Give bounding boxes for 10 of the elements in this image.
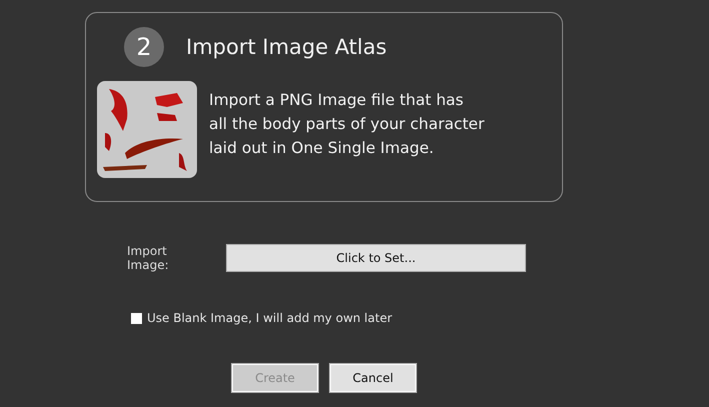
import-image-label: Import Image:: [127, 244, 170, 272]
description-line: Import a PNG Image file that has: [209, 90, 464, 111]
click-to-set-button[interactable]: Click to Set...: [226, 244, 526, 272]
checkbox[interactable]: [131, 312, 142, 324]
step-number: 2: [124, 27, 164, 67]
description-line: all the body parts of your character: [209, 114, 484, 135]
card-title: Import Image Atlas: [186, 35, 387, 59]
description-line: laid out in One Single Image.: [209, 138, 435, 159]
checkbox-label: Use Blank Image, I will add my own later: [147, 311, 392, 325]
dialog-button[interactable]: Cancel: [329, 363, 417, 393]
